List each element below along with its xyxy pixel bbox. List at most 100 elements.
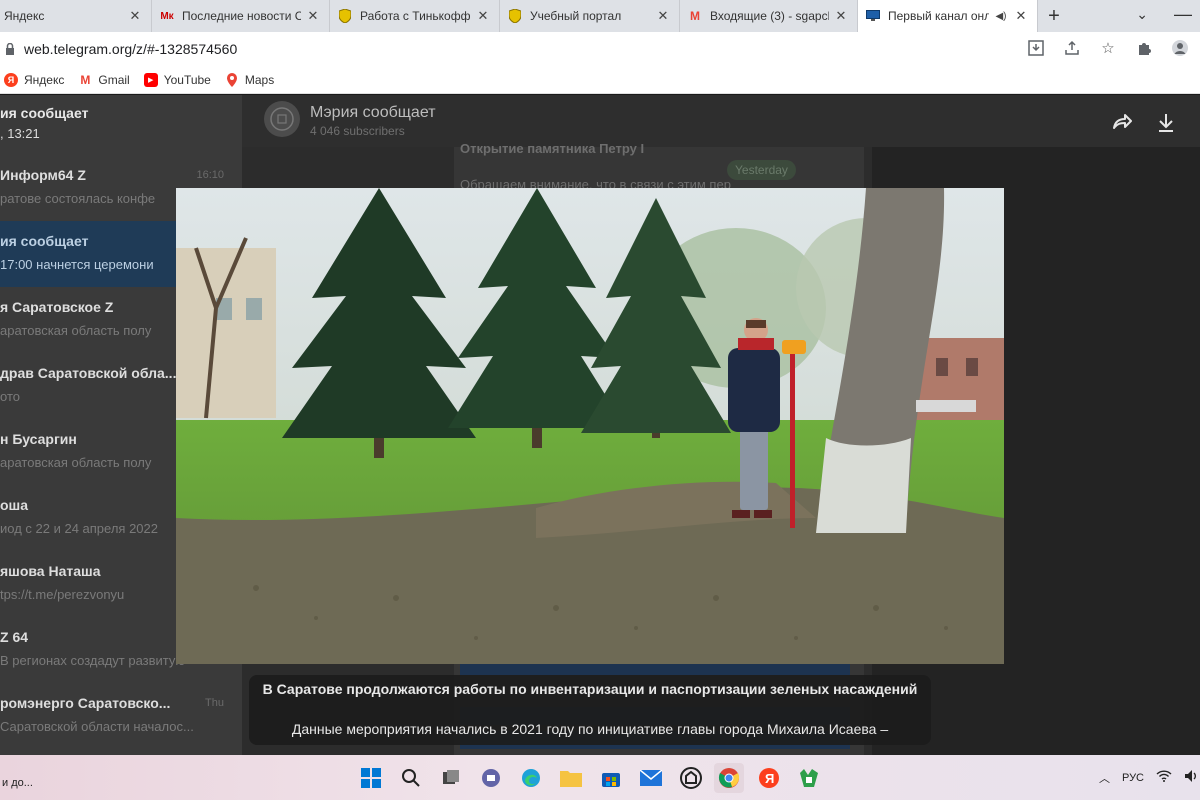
store-icon[interactable]	[596, 763, 626, 793]
chat-title[interactable]: Мэрия сообщает	[310, 104, 436, 122]
chevron-up-icon[interactable]: ︿	[1099, 770, 1110, 786]
chat-preview: В регионах создадут развитую	[0, 653, 186, 668]
date-chip: Yesterday	[727, 160, 796, 180]
bookmark-maps[interactable]: Maps	[225, 72, 275, 87]
bookmark-gmail[interactable]: M Gmail	[78, 73, 129, 87]
youtube-icon: ▶	[143, 72, 158, 87]
minimize-icon[interactable]: —	[1174, 4, 1192, 25]
chat-name: драв Саратовской обла...	[0, 365, 177, 381]
top-title: ия сообщает	[0, 105, 89, 121]
close-icon[interactable]: ✕	[1013, 8, 1029, 24]
tab-gmail[interactable]: M Входящие (3) - sgapchul ✕	[680, 0, 858, 32]
bookmark-label: Gmail	[98, 72, 130, 87]
address-actions: ☆	[1026, 38, 1190, 58]
system-tray: ︿ РУС	[1099, 769, 1200, 786]
yandex-icon: Я	[4, 72, 18, 87]
url-input[interactable]: web.telegram.org/z/#-1328574560	[24, 41, 237, 57]
tab-tinkoff[interactable]: Работа с Тинькофф ✕	[330, 0, 500, 32]
install-icon[interactable]	[1026, 38, 1046, 58]
mk-icon: Мк	[160, 10, 174, 22]
bookmark-label: Maps	[244, 72, 275, 87]
chat-icon[interactable]	[476, 763, 506, 793]
maps-icon	[225, 72, 239, 87]
tab-label: Яндекс	[4, 9, 45, 23]
chat-preview: 17:00 начнется церемони	[0, 257, 154, 272]
tab-study-portal[interactable]: Учебный портал ✕	[500, 0, 680, 32]
bookmark-youtube[interactable]: ▶ YouTube	[143, 72, 211, 87]
chat-preview: Саратовской области началос...	[0, 719, 194, 734]
chat-name: яшова Наташа	[0, 563, 101, 579]
bookmark-label: Яндекс	[24, 72, 65, 87]
share-icon[interactable]	[1062, 38, 1082, 58]
volume-icon[interactable]	[1184, 769, 1200, 786]
message-heading: Открытие памятника Петру I	[460, 141, 645, 156]
chat-name: оша	[0, 497, 29, 513]
app-icon[interactable]	[676, 763, 706, 793]
task-view-icon[interactable]	[436, 763, 466, 793]
chat-preview: аратовская область полу	[0, 455, 152, 470]
chat-name: я Саратовское Z	[0, 299, 114, 315]
tab-label: Последние новости Сар	[182, 9, 301, 23]
taskbar-left-text: и до...	[2, 777, 33, 789]
media-viewer-image[interactable]	[176, 188, 1004, 664]
tab-label: Учебный портал	[530, 9, 622, 23]
new-tab-button[interactable]: +	[1038, 0, 1070, 32]
top-time: , 13:21	[0, 126, 40, 141]
tab-first-channel[interactable]: Первый канал онла ◀) ✕	[858, 0, 1038, 32]
caption-line-2: Данные мероприятия начались в 2021 году …	[291, 721, 889, 737]
chat-name: ромэнерго Саратовско...	[0, 695, 171, 711]
lock-icon[interactable]	[4, 43, 16, 55]
chevron-down-icon[interactable]: ⌄	[1136, 6, 1148, 23]
current-chat-info: ия сообщает , 13:21	[0, 95, 242, 149]
edge-icon[interactable]	[516, 763, 546, 793]
search-icon[interactable]	[396, 763, 426, 793]
close-icon[interactable]: ✕	[655, 8, 671, 24]
list-item[interactable]: ромэнерго Саратовско... Саратовской обла…	[0, 683, 242, 749]
monitor-icon	[866, 9, 880, 23]
tab-label: Входящие (3) - sgapchul	[710, 9, 829, 23]
start-icon[interactable]	[356, 763, 386, 793]
chat-preview: иод с 22 и 24 апреля 2022	[0, 521, 158, 536]
yandex-browser-icon[interactable]: Я	[754, 763, 784, 793]
close-icon[interactable]: ✕	[305, 8, 321, 24]
tab-news[interactable]: Мк Последние новости Сар ✕	[152, 0, 330, 32]
chat-name: н Бусаргин	[0, 431, 77, 447]
extensions-icon[interactable]	[1134, 38, 1154, 58]
chat-name: Z 64	[0, 629, 29, 645]
tab-yandex[interactable]: Яндекс ✕	[0, 0, 152, 32]
close-icon[interactable]: ✕	[475, 8, 491, 24]
chat-time: Thu	[205, 697, 224, 709]
chat-name: Информ64 Z	[0, 167, 86, 183]
star-icon[interactable]: ☆	[1098, 38, 1118, 58]
forward-icon[interactable]	[1110, 110, 1134, 134]
shield-icon	[508, 9, 522, 23]
folder-icon[interactable]	[556, 763, 586, 793]
chat-preview: ото	[0, 389, 20, 404]
mail-icon[interactable]	[636, 763, 666, 793]
address-bar: web.telegram.org/z/#-1328574560 ☆	[0, 32, 1200, 66]
tab-label: Работа с Тинькофф	[360, 9, 471, 23]
chat-preview: аратовская область полу	[0, 323, 152, 338]
chat-preview: ратове состоялась конфе	[0, 191, 156, 206]
profile-icon[interactable]	[1170, 38, 1190, 58]
close-icon[interactable]: ✕	[127, 8, 143, 24]
gmail-icon: M	[80, 72, 91, 87]
close-icon[interactable]: ✕	[833, 8, 849, 24]
caption-line-1: В Саратове продолжаются работы по инвент…	[262, 681, 918, 697]
media-caption: В Саратове продолжаются работы по инвент…	[249, 675, 931, 745]
chat-header: Мэрия сообщает 4 046 subscribers	[242, 95, 1200, 147]
taskbar: и до... Я ︿ РУС	[0, 755, 1200, 800]
speaker-icon[interactable]: ◀)	[993, 8, 1009, 24]
pinned-app-icon[interactable]	[794, 763, 824, 793]
bookmark-yandex[interactable]: Я Яндекс	[4, 72, 65, 87]
language-indicator[interactable]: РУС	[1122, 772, 1144, 784]
bookmarks-bar: Я Яндекс M Gmail ▶ YouTube Maps	[0, 66, 1200, 94]
subscriber-count: 4 046 subscribers	[310, 124, 405, 138]
chrome-icon[interactable]	[714, 763, 744, 793]
download-icon[interactable]	[1154, 110, 1178, 134]
chat-name: ия сообщает	[0, 233, 89, 249]
browser-tab-bar: Яндекс ✕ Мк Последние новости Сар ✕ Рабо…	[0, 0, 1200, 32]
tab-label: Первый канал онла	[888, 9, 989, 23]
avatar[interactable]	[264, 101, 300, 137]
wifi-icon[interactable]	[1156, 770, 1172, 785]
